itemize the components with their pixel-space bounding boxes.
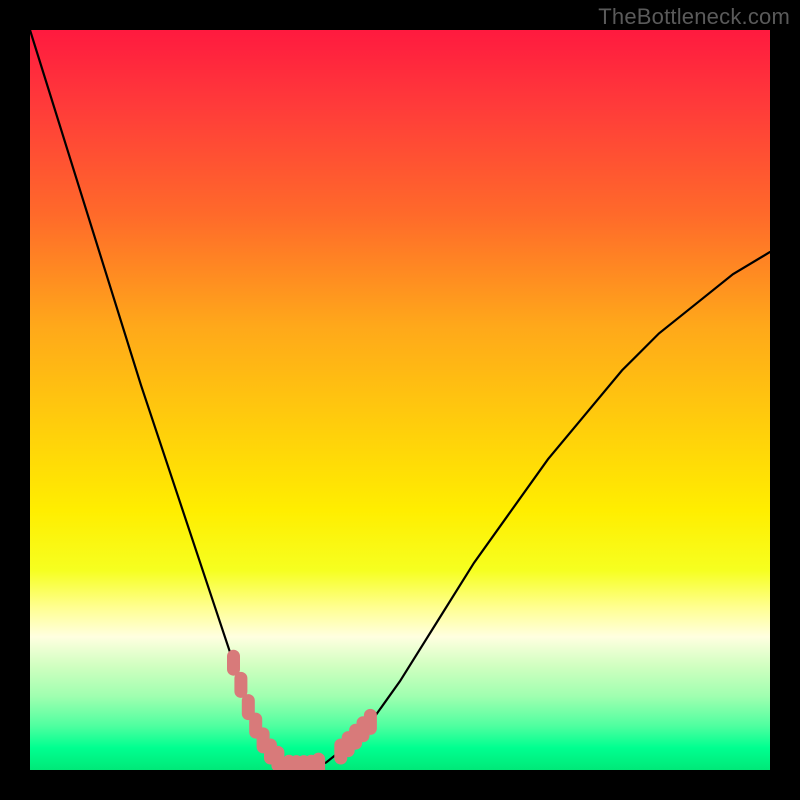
marker-dot [271, 746, 284, 770]
chart-container: TheBottleneck.com [0, 0, 800, 800]
marker-dot [227, 650, 240, 676]
marker-dot [312, 753, 325, 770]
chart-svg [30, 30, 770, 770]
bottleneck-curve [30, 30, 770, 769]
plot-area [30, 30, 770, 770]
marker-dot [234, 672, 247, 698]
watermark-text: TheBottleneck.com [598, 4, 790, 30]
curve-markers [227, 650, 377, 770]
marker-dot [364, 709, 377, 735]
